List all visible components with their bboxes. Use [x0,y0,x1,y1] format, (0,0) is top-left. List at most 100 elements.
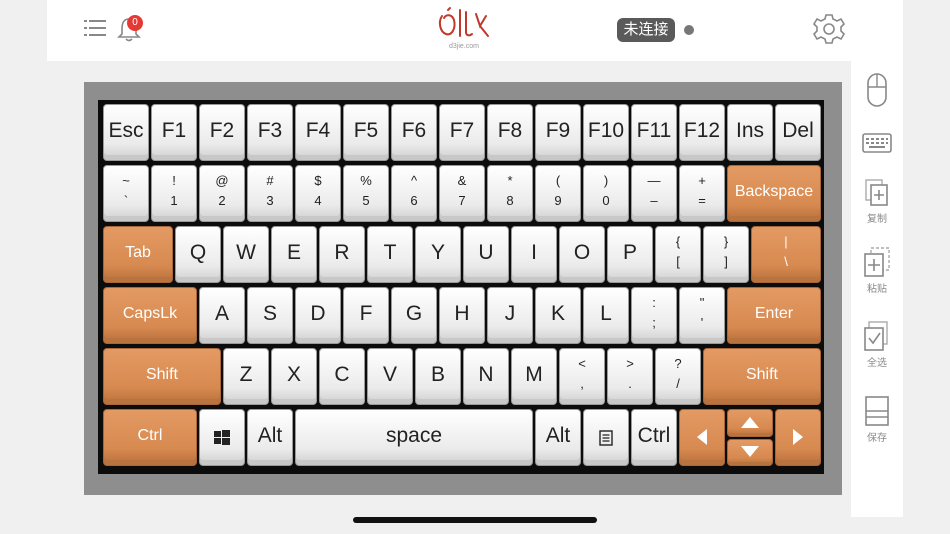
key-f2[interactable]: F2 [199,104,245,161]
key-0[interactable]: ) 0 [583,165,629,222]
key-f5[interactable]: F5 [343,104,389,161]
key-minus[interactable]: — – [631,165,677,222]
key-del[interactable]: Del [775,104,821,161]
key-e[interactable]: E [271,226,317,283]
key-f1[interactable]: F1 [151,104,197,161]
key-arrow-down[interactable] [727,439,773,466]
key-enter[interactable]: Enter [727,287,821,344]
key-ctrl-left[interactable]: Ctrl [103,409,197,466]
key-g[interactable]: G [391,287,437,344]
key-l[interactable]: L [583,287,629,344]
key-f6[interactable]: F6 [391,104,437,161]
key-backspace[interactable]: Backspace [727,165,821,222]
arrow-up-icon [741,417,759,428]
key-1[interactable]: ! 1 [151,165,197,222]
key-shift-right[interactable]: Shift [703,348,821,405]
key-q[interactable]: Q [175,226,221,283]
key-semicolon[interactable]: :; [631,287,677,344]
key-f9[interactable]: F9 [535,104,581,161]
key-equals[interactable]: + = [679,165,725,222]
key-2[interactable]: @2 [199,165,245,222]
windows-icon [214,430,230,445]
key-arrow-right[interactable] [775,409,821,466]
arrow-left-icon [697,429,707,445]
key-comma[interactable]: <, [559,348,605,405]
key-space[interactable]: space [295,409,533,466]
home-indicator[interactable] [353,517,597,523]
key-h[interactable]: H [439,287,485,344]
key-f11[interactable]: F11 [631,104,677,161]
key-right-bracket[interactable]: }] [703,226,749,283]
key-tab[interactable]: Tab [103,226,173,283]
select-all-label: 全选 [867,358,887,369]
paste-icon [864,247,890,277]
key-w[interactable]: W [223,226,269,283]
key-alt-right[interactable]: Alt [535,409,581,466]
key-f3[interactable]: F3 [247,104,293,161]
key-8[interactable]: * 8 [487,165,533,222]
key-alt-left[interactable]: Alt [247,409,293,466]
key-backslash[interactable]: | \ [751,226,821,283]
key-k[interactable]: K [535,287,581,344]
key-f[interactable]: F [343,287,389,344]
key-ins[interactable]: Ins [727,104,773,161]
key-d[interactable]: D [295,287,341,344]
key-o[interactable]: O [559,226,605,283]
keyboard-icon [862,133,892,153]
key-context-menu[interactable] [583,409,629,466]
key-t[interactable]: T [367,226,413,283]
menu-list-icon[interactable] [84,18,106,38]
key-backtick[interactable]: ~ ` [103,165,149,222]
key-f7[interactable]: F7 [439,104,485,161]
key-3[interactable]: #3 [247,165,293,222]
key-f8[interactable]: F8 [487,104,533,161]
key-arrow-up[interactable] [727,409,773,437]
paste-label: 粘贴 [867,284,887,295]
key-m[interactable]: M [511,348,557,405]
logo [438,7,489,37]
key-n[interactable]: N [463,348,509,405]
key-esc[interactable]: Esc [103,104,149,161]
arrow-down-icon [741,446,759,457]
key-9[interactable]: (9 [535,165,581,222]
key-7[interactable]: & 7 [439,165,485,222]
select-all-icon [864,321,888,351]
key-period[interactable]: >. [607,348,653,405]
key-r[interactable]: R [319,226,365,283]
paste-button[interactable]: 粘贴 [851,246,903,295]
key-slash[interactable]: ? / [655,348,701,405]
key-arrow-left[interactable] [679,409,725,466]
key-f12[interactable]: F12 [679,104,725,161]
key-f10[interactable]: F10 [583,104,629,161]
copy-button[interactable]: 复制 [851,178,903,225]
key-x[interactable]: X [271,348,317,405]
key-capslock[interactable]: CapsLk [103,287,197,344]
connection-status-badge: 未连接 [617,18,675,42]
key-6[interactable]: ^ 6 [391,165,437,222]
key-a[interactable]: A [199,287,245,344]
key-s[interactable]: S [247,287,293,344]
key-y[interactable]: Y [415,226,461,283]
key-ctrl-right[interactable]: Ctrl [631,409,677,466]
select-all-button[interactable]: 全选 [851,320,903,369]
key-z[interactable]: Z [223,348,269,405]
save-button[interactable]: 保存 [851,395,903,444]
key-f4[interactable]: F4 [295,104,341,161]
mouse-mode-button[interactable] [851,72,903,108]
key-shift-left[interactable]: Shift [103,348,221,405]
connection-status-dot [684,25,694,35]
key-windows[interactable] [199,409,245,466]
key-p[interactable]: P [607,226,653,283]
key-left-bracket[interactable]: {[ [655,226,701,283]
key-u[interactable]: U [463,226,509,283]
key-b[interactable]: B [415,348,461,405]
key-v[interactable]: V [367,348,413,405]
key-c[interactable]: C [319,348,365,405]
key-quote[interactable]: " ' [679,287,725,344]
key-5[interactable]: % 5 [343,165,389,222]
key-j[interactable]: J [487,287,533,344]
keyboard-mode-button[interactable] [851,132,903,154]
key-i[interactable]: I [511,226,557,283]
gear-icon[interactable] [812,12,846,46]
key-4[interactable]: $4 [295,165,341,222]
